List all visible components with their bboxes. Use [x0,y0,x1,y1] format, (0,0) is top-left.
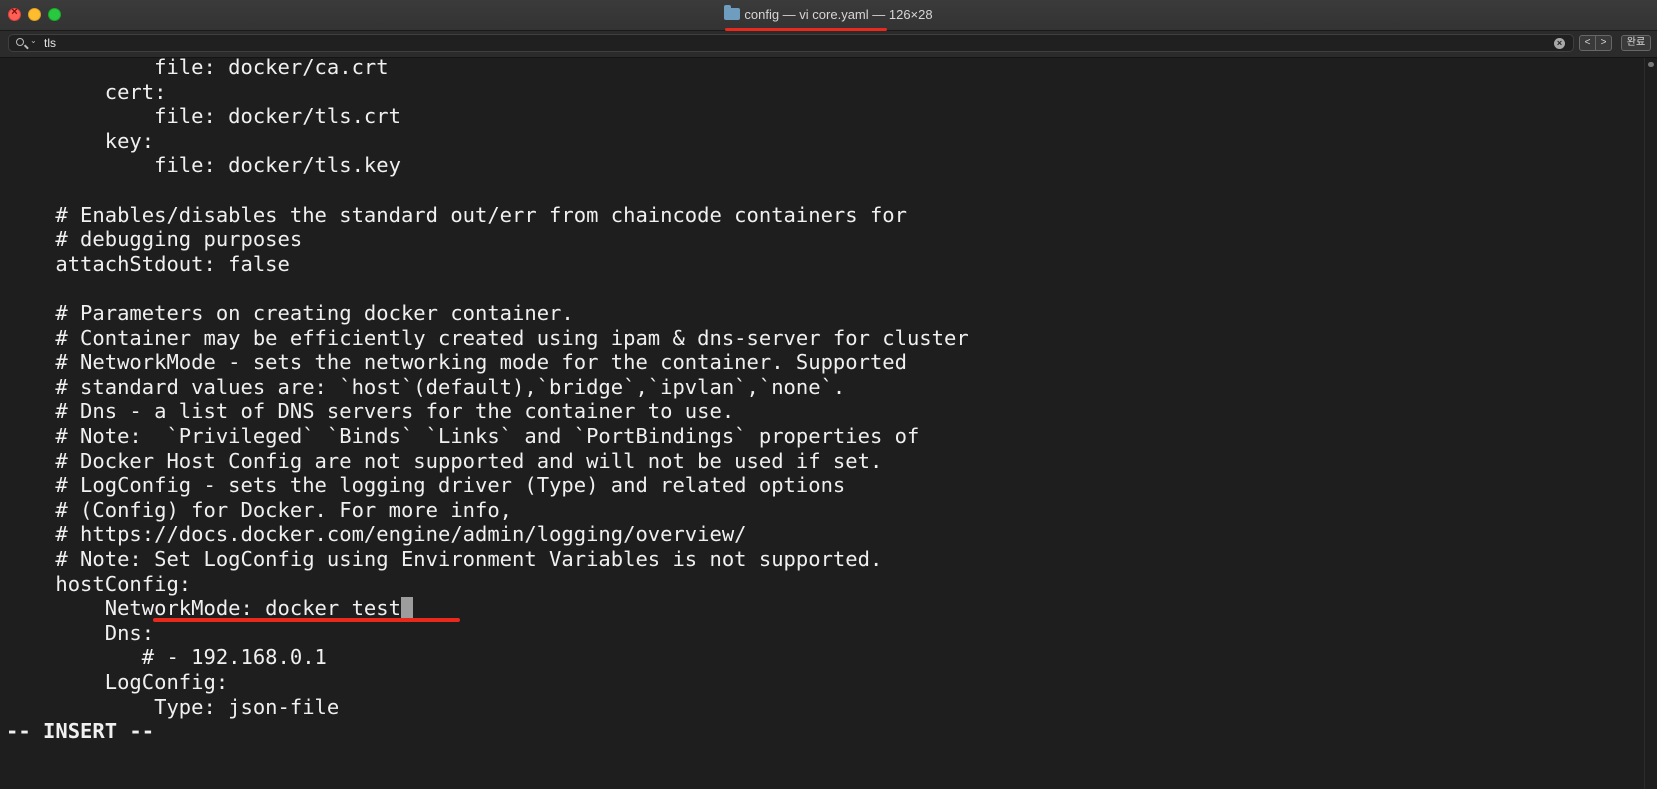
vertical-scrollbar[interactable] [1644,58,1657,789]
code-line: # - 192.168.0.1 [6,645,327,669]
terminal-content[interactable]: file: docker/ca.crt cert: file: docker/t… [0,55,1645,789]
find-next-button[interactable]: > [1596,35,1612,51]
code-line: Type: json-file [6,695,340,719]
code-line: # Docker Host Config are not supported a… [6,449,883,473]
vim-mode-indicator: -- INSERT -- [6,719,155,743]
code-line: file: docker/ca.crt [6,55,389,79]
code-line: # LogConfig - sets the logging driver (T… [6,473,846,497]
code-line: # debugging purposes [6,227,303,251]
code-line: # Note: Set LogConfig using Environment … [6,547,883,571]
code-line: # Enables/disables the standard out/err … [6,203,907,227]
code-line: # NetworkMode - sets the networking mode… [6,350,907,374]
code-line: cert: [6,80,167,104]
clear-search-icon[interactable]: × [1554,38,1565,49]
code-line: # https://docs.docker.com/engine/admin/l… [6,522,747,546]
code-line: hostConfig: [6,572,192,596]
network-mode-annotation-underline [153,618,460,622]
text-cursor [400,597,413,620]
window-title: config — vi core.yaml — 126×28 [744,7,933,22]
terminal-window: config — vi core.yaml — 126×28 ⌄ tls × <… [0,0,1657,789]
find-previous-button[interactable]: < [1579,35,1596,51]
find-done-button[interactable]: 완료 [1621,35,1651,51]
code-line: # standard values are: `host`(default),`… [6,375,846,399]
find-navigation: < > [1579,35,1612,51]
code-line: # Parameters on creating docker containe… [6,301,574,325]
search-options-chevron-icon[interactable]: ⌄ [30,36,37,45]
code-line: key: [6,129,155,153]
current-code-line[interactable]: NetworkMode: docker_test [6,596,413,620]
code-line: file: docker/tls.key [6,153,401,177]
scrollbar-thumb[interactable] [1648,62,1654,67]
network-mode-line: NetworkMode: docker_test [6,596,401,620]
find-bar: ⌄ tls × < > 완료 [0,31,1657,58]
code-line: LogConfig: [6,670,229,694]
code-line: # Dns - a list of DNS servers for the co… [6,399,735,423]
search-input[interactable]: ⌄ tls × [8,34,1574,52]
code-line: attachStdout: false [6,252,290,276]
code-line: file: docker/tls.crt [6,104,401,128]
window-title-container: config — vi core.yaml — 126×28 [0,5,1657,22]
search-query[interactable]: tls [44,36,56,50]
code-line: # Container may be efficiently created u… [6,326,969,350]
search-icon[interactable] [16,38,24,46]
code-line: # Note: `Privileged` `Binds` `Links` and… [6,424,920,448]
code-line: # (Config) for Docker. For more info, [6,498,513,522]
folder-icon [724,5,741,20]
code-line: Dns: [6,621,155,645]
title-bar[interactable]: config — vi core.yaml — 126×28 [0,0,1657,31]
